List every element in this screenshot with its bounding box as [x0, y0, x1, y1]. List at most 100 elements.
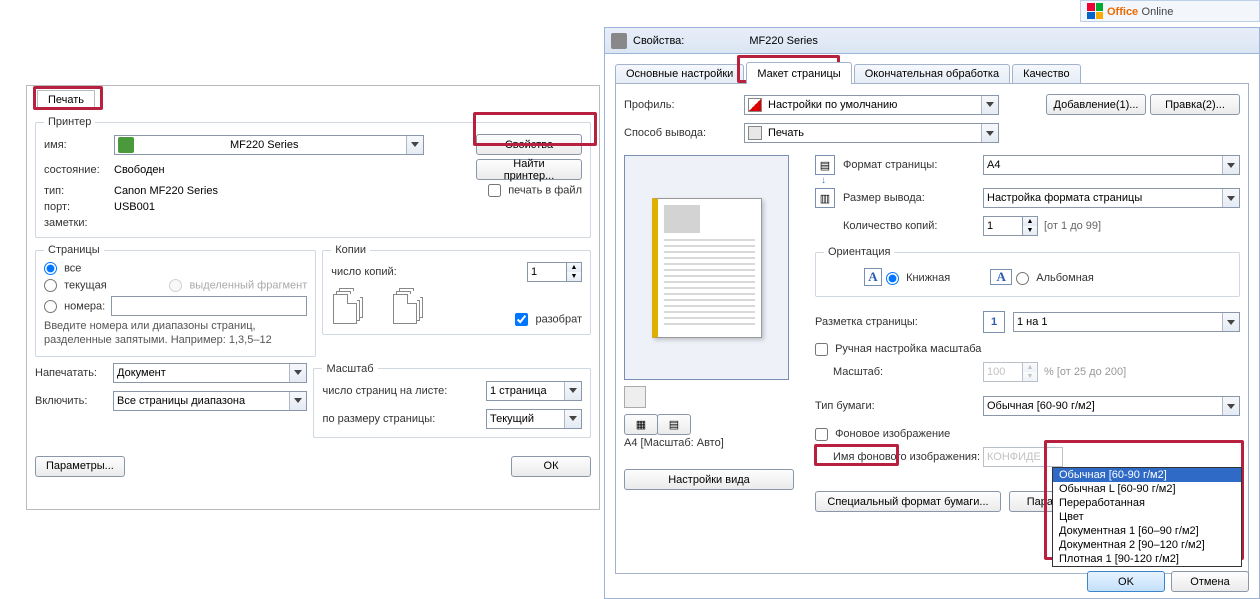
- office-text: Office Online: [1107, 4, 1173, 18]
- copies-label: число копий:: [331, 266, 527, 278]
- page-preview: [624, 155, 789, 380]
- port-label: порт:: [44, 201, 114, 213]
- print-what-combo[interactable]: Документ: [113, 363, 307, 383]
- fit-label: по размеру страницы:: [322, 413, 486, 425]
- tab-basic[interactable]: Основные настройки: [615, 64, 744, 83]
- props-cancel-button[interactable]: Отмена: [1171, 571, 1249, 592]
- print-to-file-checkbox[interactable]: печать в файл: [488, 184, 582, 197]
- page-layout-label: Разметка страницы:: [815, 316, 983, 328]
- office-logo-icon: [1087, 3, 1103, 19]
- printer-name-combo[interactable]: MF220 Series: [114, 135, 424, 155]
- printer-group: Принтер имя: MF220 Series Свойства состо…: [35, 116, 591, 238]
- printer-icon: [611, 33, 627, 49]
- scale-group: Масштаб число страниц на листе: 1 страни…: [313, 363, 591, 438]
- printer-name-label: имя:: [44, 139, 114, 151]
- port-value: USB001: [114, 201, 155, 213]
- pps-label: число страниц на листе:: [322, 385, 486, 397]
- bg-name-combo: КОНФИДЕ: [983, 447, 1063, 467]
- output-size-icon: ▥: [815, 188, 835, 208]
- include-label: Включить:: [35, 395, 113, 407]
- props-ok-button[interactable]: OK: [1087, 571, 1165, 592]
- orientation-landscape-radio[interactable]: A Альбомная: [990, 269, 1094, 285]
- pages-numbers-radio[interactable]: номера:: [44, 300, 105, 313]
- profile-combo[interactable]: Настройки по умолчанию: [744, 95, 999, 115]
- manual-scale-checkbox[interactable]: Ручная настройка масштаба: [815, 343, 981, 355]
- preview-thumb-icon: [624, 386, 646, 408]
- ok-button[interactable]: ОК: [511, 456, 591, 477]
- properties-title-model: MF220 Series: [749, 35, 817, 47]
- paper-type-dropdown[interactable]: Обычная [60-90 г/м2]Обычная L [60-90 г/м…: [1052, 467, 1242, 567]
- print-dialog: Печать Принтер имя: MF220 Series Свойств…: [26, 85, 600, 510]
- preview-mode-b[interactable]: ▤: [657, 414, 691, 435]
- scale-spinner: 100▲▼: [983, 362, 1038, 382]
- output-size-label: Размер вывода:: [843, 192, 983, 204]
- pages-current-radio[interactable]: текущая: [44, 279, 107, 292]
- paper-type-label: Тип бумаги:: [815, 400, 983, 412]
- properties-title-prefix: Свойства:: [633, 35, 684, 47]
- output-size-combo[interactable]: Настройка формата страницы: [983, 188, 1240, 208]
- chevron-down-icon[interactable]: [406, 136, 423, 154]
- notes-label: заметки:: [44, 217, 114, 229]
- tab-finish[interactable]: Окончательная обработка: [854, 64, 1010, 83]
- printer-legend: Принтер: [44, 116, 95, 128]
- properties-dialog: Свойства: MF220 Series Основные настройк…: [604, 27, 1260, 599]
- page-layout-combo[interactable]: 1 на 1: [1013, 312, 1240, 332]
- preview-mode-a[interactable]: ▦: [624, 414, 658, 435]
- add-profile-button[interactable]: Добавление(1)...: [1046, 94, 1146, 115]
- paper-type-option[interactable]: Цвет: [1053, 510, 1241, 524]
- copies-label: Количество копий:: [843, 220, 983, 232]
- scale-legend: Масштаб: [322, 363, 377, 375]
- pps-combo[interactable]: 1 страница: [486, 381, 582, 401]
- status-value: Свободен: [114, 164, 165, 176]
- type-label: тип:: [44, 185, 114, 197]
- output-combo[interactable]: Печать: [744, 123, 999, 143]
- paper-type-option[interactable]: Переработанная: [1053, 496, 1241, 510]
- paper-type-combo[interactable]: Обычная [60-90 г/м2]: [983, 396, 1240, 416]
- copies-spinner[interactable]: 1▲▼: [983, 216, 1038, 236]
- office-online-banner[interactable]: Office Online: [1080, 0, 1260, 22]
- copies-legend: Копии: [331, 244, 370, 256]
- bg-image-checkbox[interactable]: Фоновое изображение: [815, 428, 950, 440]
- include-combo[interactable]: Все страницы диапазона: [113, 391, 307, 411]
- orientation-portrait-radio[interactable]: A Книжная: [864, 268, 950, 286]
- paper-type-option[interactable]: Документная 1 [60–90 г/м2]: [1053, 524, 1241, 538]
- paper-type-option[interactable]: Обычная L [60-90 г/м2]: [1053, 482, 1241, 496]
- paper-type-option[interactable]: Обычная [60-90 г/м2]: [1053, 468, 1241, 482]
- copies-spinner[interactable]: 1 ▲▼: [527, 262, 582, 282]
- tab-quality[interactable]: Качество: [1012, 64, 1081, 83]
- tab-bar: Основные настройки Макет страницы Оконча…: [615, 62, 1249, 84]
- collate-icon: [331, 292, 419, 326]
- printer-name-value: MF220 Series: [230, 139, 298, 151]
- page-format-combo[interactable]: A4: [983, 155, 1240, 175]
- paper-type-option[interactable]: Плотная 1 [90-120 г/м2]: [1053, 552, 1241, 566]
- pages-numbers-input[interactable]: [111, 296, 307, 316]
- tab-layout[interactable]: Макет страницы: [746, 62, 851, 83]
- orientation-group: Ориентация A Книжная A Альбомная: [815, 246, 1240, 297]
- page-format-icon: ▤: [815, 155, 835, 175]
- find-printer-button[interactable]: Найти принтер...: [476, 159, 582, 180]
- type-value: Canon MF220 Series: [114, 185, 218, 197]
- orientation-legend: Ориентация: [824, 246, 894, 258]
- fit-combo[interactable]: Текущий: [486, 409, 582, 429]
- printer-icon: [118, 137, 134, 153]
- bg-name-label: Имя фонового изображения:: [815, 451, 983, 463]
- options-button[interactable]: Параметры...: [35, 456, 125, 477]
- pages-all-radio[interactable]: все: [44, 262, 81, 275]
- print-what-label: Напечатать:: [35, 367, 113, 379]
- pages-selection-radio: выделенный фрагмент: [169, 279, 307, 292]
- layout-icon: 1: [983, 311, 1005, 333]
- pages-legend: Страницы: [44, 244, 104, 256]
- arrow-down-icon: ↓: [821, 175, 1240, 186]
- paper-type-option[interactable]: Документная 2 [90–120 г/м2]: [1053, 538, 1241, 552]
- edit-profile-button[interactable]: Правка(2)...: [1150, 94, 1240, 115]
- custom-paper-button[interactable]: Специальный формат бумаги...: [815, 491, 1001, 512]
- scale-range: % [от 25 до 200]: [1044, 366, 1126, 378]
- view-settings-button[interactable]: Настройки вида: [624, 469, 794, 490]
- collate-checkbox[interactable]: разобрат: [515, 313, 582, 326]
- output-icon: [748, 126, 762, 140]
- preview-caption: A4 [Масштаб: Авто]: [624, 437, 799, 449]
- pages-group: Страницы все текущая выделенный фрагмент…: [35, 244, 316, 357]
- properties-button[interactable]: Свойства: [476, 134, 582, 155]
- copies-group: Копии число копий: 1 ▲▼: [322, 244, 591, 335]
- output-label: Способ вывода:: [624, 127, 744, 139]
